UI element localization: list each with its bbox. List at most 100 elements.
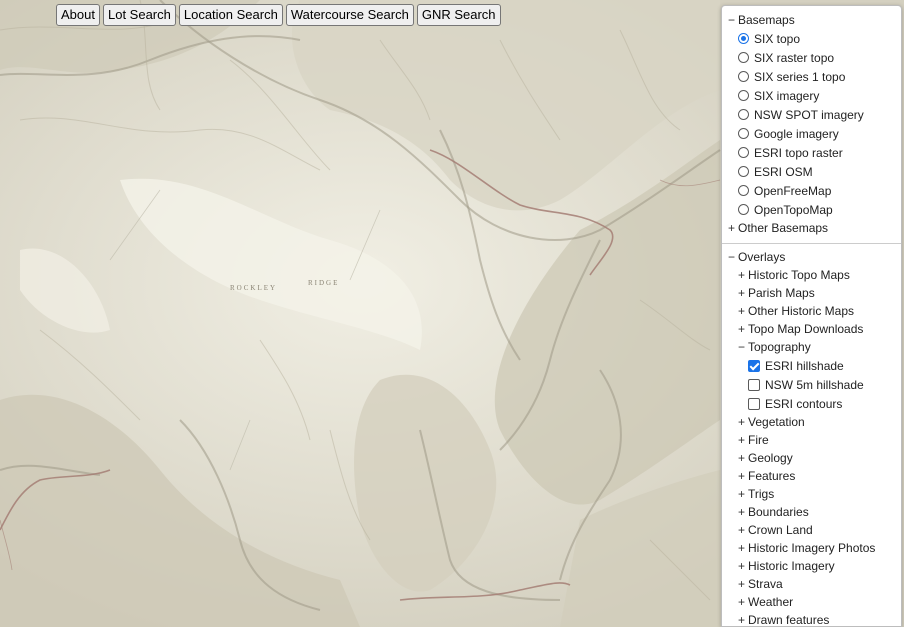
overlay-group-label: Vegetation [748, 415, 805, 429]
map-label-ridge: RIDGE [308, 279, 339, 287]
overlay-group-parish-maps[interactable]: + Parish Maps [722, 284, 901, 302]
expand-icon: + [738, 286, 746, 300]
overlay-group-topography[interactable]: − Topography [722, 338, 901, 356]
overlays-title: Overlays [738, 250, 786, 264]
watercourse-search-button[interactable]: Watercourse Search [285, 4, 414, 26]
expand-icon: + [738, 595, 746, 609]
basemap-option-opentopomap[interactable]: OpenTopoMap [722, 200, 901, 219]
overlay-option-esri-contours[interactable]: ESRI contours [722, 394, 901, 413]
expand-icon: + [738, 268, 746, 282]
expand-icon: + [738, 523, 746, 537]
map-label-rockley: ROCKLEY [230, 284, 277, 292]
basemap-option-six-topo[interactable]: SIX topo [722, 29, 901, 48]
overlay-group-label: Fire [748, 433, 769, 447]
location-search-button[interactable]: Location Search [178, 4, 283, 26]
overlay-group-weather[interactable]: + Weather [722, 593, 901, 611]
basemap-radio[interactable] [738, 185, 749, 196]
overlay-group-topo-map-downloads[interactable]: + Topo Map Downloads [722, 320, 901, 338]
overlay-group-label: Historic Imagery [748, 559, 835, 573]
overlay-checkbox[interactable] [748, 359, 760, 372]
basemap-option-six-raster-topo[interactable]: SIX raster topo [722, 48, 901, 67]
overlays-header[interactable]: − Overlays [722, 248, 901, 266]
expand-icon: + [738, 541, 746, 555]
about-button[interactable]: About [56, 4, 100, 26]
overlay-checkbox[interactable] [748, 378, 760, 391]
basemap-radio[interactable] [738, 128, 749, 139]
expand-icon: + [738, 322, 746, 336]
basemap-option-google-imagery[interactable]: Google imagery [722, 124, 901, 143]
overlay-group-label: Trigs [748, 487, 775, 501]
overlay-group-historic-imagery-photos[interactable]: + Historic Imagery Photos [722, 539, 901, 557]
basemap-option-six-imagery[interactable]: SIX imagery [722, 86, 901, 105]
expand-icon: + [738, 415, 746, 429]
expand-icon: + [738, 433, 746, 447]
expand-icon: + [728, 221, 736, 235]
basemap-radio[interactable] [738, 109, 749, 120]
topography-items: ESRI hillshade NSW 5m hillshade ESRI conto… [722, 356, 901, 413]
overlay-group-crown-land[interactable]: + Crown Land [722, 521, 901, 539]
basemap-option-nsw-spot-imagery[interactable]: NSW SPOT imagery [722, 105, 901, 124]
overlay-option-esri-hillshade[interactable]: ESRI hillshade [722, 356, 901, 375]
basemap-label: SIX topo [754, 31, 801, 46]
basemap-label: ESRI OSM [754, 164, 813, 179]
overlay-group-boundaries[interactable]: + Boundaries [722, 503, 901, 521]
overlay-group-features[interactable]: + Features [722, 467, 901, 485]
expand-icon: + [738, 487, 746, 501]
overlay-group-label: Other Historic Maps [748, 304, 855, 318]
basemap-radio[interactable] [738, 166, 749, 177]
basemaps-header[interactable]: − Basemaps [722, 11, 901, 29]
basemap-option-six-series-1-topo[interactable]: SIX series 1 topo [722, 67, 901, 86]
basemap-radio[interactable] [738, 71, 749, 82]
basemap-option-esri-topo-raster[interactable]: ESRI topo raster [722, 143, 901, 162]
collapse-icon: − [738, 340, 746, 354]
basemap-label: OpenTopoMap [754, 202, 833, 217]
layer-control-panel: − Basemaps SIX topo SIX raster topo SIX se… [721, 5, 902, 627]
overlay-group-vegetation[interactable]: + Vegetation [722, 413, 901, 431]
basemap-label: OpenFreeMap [754, 183, 832, 198]
overlay-group-label: Weather [748, 595, 794, 609]
overlay-group-strava[interactable]: + Strava [722, 575, 901, 593]
overlay-group-trigs[interactable]: + Trigs [722, 485, 901, 503]
expand-icon: + [738, 613, 746, 627]
overlay-group-geology[interactable]: + Geology [722, 449, 901, 467]
overlay-group-label: Geology [748, 451, 793, 465]
overlay-group-label: Historic Imagery Photos [748, 541, 876, 555]
overlay-group-other-historic-maps[interactable]: + Other Historic Maps [722, 302, 901, 320]
overlay-group-historic-topo-maps[interactable]: + Historic Topo Maps [722, 266, 901, 284]
overlay-group-label: Parish Maps [748, 286, 815, 300]
overlay-group-label: Drawn features [748, 613, 830, 627]
overlay-option-nsw-5m-hillshade[interactable]: NSW 5m hillshade [722, 375, 901, 394]
other-basemaps-header[interactable]: + Other Basemaps [722, 219, 901, 237]
expand-icon: + [738, 451, 746, 465]
overlay-group-label: Features [748, 469, 796, 483]
lot-search-button[interactable]: Lot Search [102, 4, 176, 26]
basemap-radio[interactable] [738, 52, 749, 63]
overlay-group-label: Strava [748, 577, 783, 591]
overlay-group-fire[interactable]: + Fire [722, 431, 901, 449]
overlay-group-label: Topo Map Downloads [748, 322, 864, 336]
expand-icon: + [738, 559, 746, 573]
top-toolbar: About Lot Search Location Search Waterco… [56, 4, 501, 26]
basemap-label: Google imagery [754, 126, 839, 141]
expand-icon: + [738, 469, 746, 483]
overlay-group-historic-imagery[interactable]: + Historic Imagery [722, 557, 901, 575]
overlay-label: ESRI contours [765, 396, 843, 411]
gnr-search-button[interactable]: GNR Search [416, 4, 501, 26]
basemap-list: SIX topo SIX raster topo SIX series 1 topo… [722, 29, 901, 219]
overlay-group-label: Topography [748, 340, 811, 354]
overlay-label: ESRI hillshade [765, 358, 844, 373]
collapse-icon: − [728, 13, 736, 27]
basemaps-title: Basemaps [738, 13, 795, 27]
basemap-radio[interactable] [738, 90, 749, 101]
overlay-groups: + Vegetation + Fire + Geology + Features + Trigs +… [722, 413, 901, 627]
basemap-label: ESRI topo raster [754, 145, 843, 160]
basemap-radio[interactable] [738, 204, 749, 215]
basemap-option-esri-osm[interactable]: ESRI OSM [722, 162, 901, 181]
overlay-group-drawn-features[interactable]: + Drawn features [722, 611, 901, 627]
overlay-checkbox[interactable] [748, 397, 760, 410]
overlay-group-label: Crown Land [748, 523, 813, 537]
basemap-radio[interactable] [738, 147, 749, 158]
basemap-radio[interactable] [738, 33, 749, 44]
basemap-option-openfreemap[interactable]: OpenFreeMap [722, 181, 901, 200]
expand-icon: + [738, 577, 746, 591]
